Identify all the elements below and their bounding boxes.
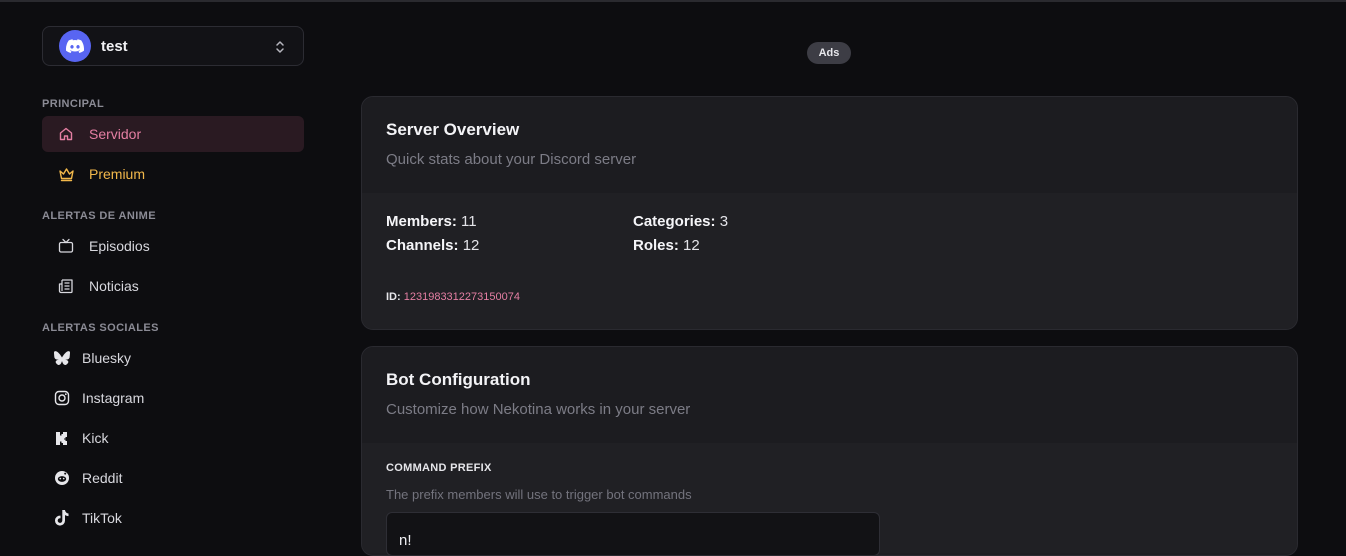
sidebar-item-label: Noticias <box>89 278 139 294</box>
sidebar-item-label: Bluesky <box>82 350 132 366</box>
bot-configuration-card: Bot Configuration Customize how Nekotina… <box>361 346 1298 556</box>
sidebar-item-bluesky[interactable]: Bluesky <box>42 340 304 376</box>
server-id: ID: 1231983312273150074 <box>386 291 520 303</box>
home-icon <box>56 124 76 144</box>
server-selector[interactable]: test <box>42 26 304 66</box>
card-header: Server Overview Quick stats about your D… <box>362 97 1297 193</box>
card-subtitle: Customize how Nekotina works in your ser… <box>386 401 691 418</box>
sidebar-item-instagram[interactable]: Instagram <box>42 380 304 416</box>
card-subtitle: Quick stats about your Discord server <box>386 151 637 168</box>
stat-roles: Roles: 12 <box>633 237 700 254</box>
section-label-alertas-sociales: ALERTAS SOCIALES <box>42 322 159 334</box>
crown-icon <box>56 164 76 184</box>
sidebar-item-label: Premium <box>89 166 146 182</box>
server-name: test <box>101 37 128 55</box>
prefix-help-text: The prefix members will use to trigger b… <box>386 487 692 502</box>
prefix-section: COMMAND PREFIX The prefix members will u… <box>362 443 1297 555</box>
server-overview-card: Server Overview Quick stats about your D… <box>361 96 1298 330</box>
sidebar-item-label: TikTok <box>82 510 122 526</box>
newspaper-icon <box>56 276 76 296</box>
stats-panel: Members: 11 Channels: 12 Categories: 3 R… <box>362 193 1297 329</box>
butterfly-icon <box>52 348 72 368</box>
section-label-principal: PRINCIPAL <box>42 98 105 110</box>
card-title: Server Overview <box>386 120 520 139</box>
sidebar-item-label: Reddit <box>82 470 123 486</box>
sidebar-item-episodios[interactable]: Episodios <box>42 228 304 264</box>
sidebar-item-reddit[interactable]: Reddit <box>42 460 304 496</box>
command-prefix-input[interactable] <box>386 512 880 555</box>
prefix-label: COMMAND PREFIX <box>386 462 492 474</box>
sidebar-item-label: Instagram <box>82 390 145 406</box>
sidebar-item-premium[interactable]: Premium <box>42 156 304 192</box>
sidebar-item-tiktok[interactable]: TikTok <box>42 500 304 536</box>
stat-members: Members: 11 <box>386 213 477 230</box>
server-id-value: 1231983312273150074 <box>403 291 520 303</box>
kick-icon <box>52 428 72 448</box>
tiktok-icon <box>52 508 72 528</box>
sidebar-item-servidor[interactable]: Servidor <box>42 116 304 152</box>
sidebar-item-label: Episodios <box>89 238 150 254</box>
sidebar-item-noticias[interactable]: Noticias <box>42 268 304 304</box>
sidebar-item-label: Kick <box>82 430 109 446</box>
discord-icon <box>59 30 91 62</box>
chevron-up-down-icon <box>276 41 284 53</box>
stat-categories: Categories: 3 <box>633 213 729 230</box>
reddit-icon <box>52 468 72 488</box>
card-title: Bot Configuration <box>386 370 531 389</box>
sidebar-item-kick[interactable]: Kick <box>42 420 304 456</box>
sidebar: test PRINCIPAL Servidor Premium ALERTAS … <box>0 0 330 549</box>
card-header: Bot Configuration Customize how Nekotina… <box>362 347 1297 443</box>
tv-icon <box>56 236 76 256</box>
instagram-icon <box>52 388 72 408</box>
stat-channels: Channels: 12 <box>386 237 480 254</box>
section-label-alertas-anime: ALERTAS DE ANIME <box>42 210 156 222</box>
ads-badge: Ads <box>807 42 851 64</box>
sidebar-item-label: Servidor <box>89 126 142 142</box>
